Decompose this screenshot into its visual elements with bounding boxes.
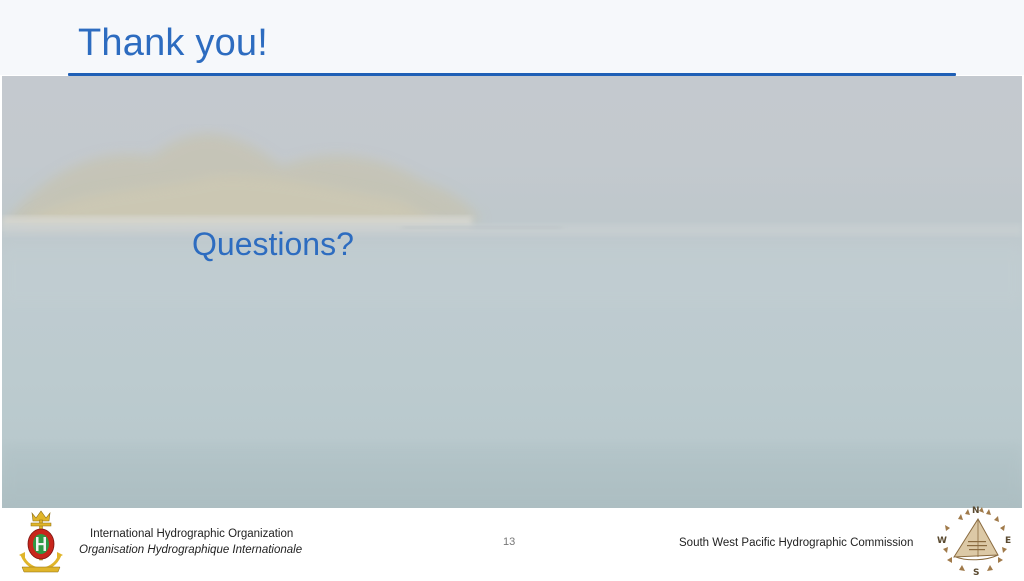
compass-letter-w: W [937,536,947,546]
background-photo [2,76,1022,508]
questions-text: Questions? [192,226,354,262]
footer-org-name-en: International Hydrographic Organization [90,528,294,540]
faded-coastline-image [2,133,1022,508]
compass-letter-n: N [972,506,980,516]
footer-org-name-fr: Organisation Hydrographique Internationa… [79,544,303,556]
footer-commission-name: South West Pacific Hydrographic Commissi… [679,537,914,549]
compass-letter-e: E [1005,536,1011,546]
slide-title: Thank you! [78,22,268,64]
compass-letter-s: S [973,568,979,576]
iho-logo-icon [14,509,68,573]
swphc-compass-logo-icon: N E S W [934,505,1016,578]
slide: Thank you! Questions? International Hydr… [0,0,1024,578]
page-number: 13 [503,536,516,548]
